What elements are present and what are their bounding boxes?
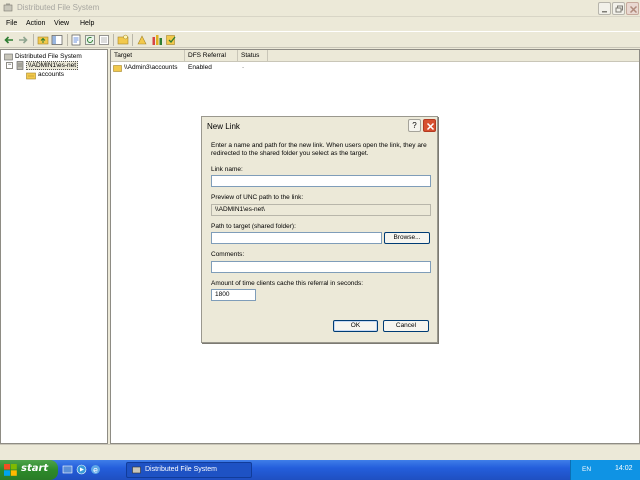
column-header-target[interactable]: Target [111, 50, 185, 62]
dfs-root-icon [4, 53, 13, 61]
tree-pane: Distributed File System − \\ADMIN1\es-ne… [0, 49, 108, 444]
link-folder-icon [26, 72, 36, 80]
cancel-button[interactable]: Cancel [383, 320, 429, 332]
window-title: Distributed File System [17, 3, 100, 12]
status-bar [0, 444, 640, 460]
refresh-icon[interactable] [84, 34, 96, 46]
target-path-label: Path to target (shared folder): [211, 223, 296, 230]
shared-folder-icon [113, 65, 122, 72]
column-header-status[interactable]: Status [238, 50, 268, 62]
link-name-input[interactable] [211, 175, 431, 187]
cache-time-label: Amount of time clients cache this referr… [211, 280, 364, 287]
row-target[interactable]: \\Admin3\accounts [124, 64, 177, 71]
dialog-intro-text: Enter a name and path for the new link. … [211, 142, 427, 157]
start-button[interactable]: start [0, 460, 58, 480]
taskbar-item-label: Distributed File System [145, 466, 217, 473]
cache-time-input[interactable]: 1800 [211, 289, 256, 301]
new-root-target-icon[interactable] [136, 34, 148, 46]
link-name-label: Link name: [211, 166, 243, 173]
dialog-title: New Link [207, 122, 240, 131]
menu-bar: File Action View Help [0, 17, 640, 31]
window-close-button[interactable] [626, 2, 639, 15]
up-folder-icon[interactable] [37, 34, 49, 46]
close-icon [629, 5, 638, 14]
properties-icon[interactable] [70, 34, 82, 46]
menu-file[interactable]: File [6, 20, 17, 27]
browse-button[interactable]: Browse... [384, 232, 430, 244]
tree-link-accounts[interactable]: accounts [38, 71, 64, 78]
new-link-icon[interactable] [117, 34, 129, 46]
comments-input[interactable] [211, 261, 431, 273]
tree-collapse-toggle[interactable]: − [6, 62, 13, 69]
row-referral: Enabled [188, 64, 212, 71]
windows-logo-icon [4, 464, 17, 476]
minimize-icon [602, 11, 607, 13]
unc-preview-field: \\ADMIN1\es-net\ [211, 204, 431, 216]
tree-root-label[interactable]: Distributed File System [15, 53, 82, 60]
row-status: - [242, 64, 245, 71]
dfs-server-icon [16, 61, 24, 70]
list-header: Target DFS Referral Status [111, 50, 639, 62]
dialog-titlebar: New Link ? [202, 117, 437, 134]
toolbar-separator [67, 34, 68, 46]
taskbar-item-dfs[interactable]: Distributed File System [126, 462, 252, 478]
new-link-dialog: New Link ? Enter a name and path for the… [201, 116, 438, 343]
toolbar-separator [33, 34, 34, 46]
window-titlebar: Distributed File System [0, 0, 640, 17]
show-hide-tree-icon[interactable] [51, 34, 63, 46]
target-path-input[interactable] [211, 232, 382, 244]
dfs-app-icon [3, 3, 13, 12]
replication-icon[interactable] [151, 34, 163, 46]
system-tray: EN 14:02 [570, 460, 640, 480]
show-desktop-icon[interactable] [62, 464, 73, 475]
comments-label: Comments: [211, 251, 245, 258]
column-header-dfs-referral[interactable]: DFS Referral [185, 50, 238, 62]
close-icon [426, 122, 435, 131]
clock[interactable]: 14:02 [615, 465, 633, 472]
minimize-button[interactable] [598, 2, 611, 15]
svg-text:e: e [93, 466, 98, 475]
dialog-close-button[interactable] [423, 119, 436, 132]
maximize-button[interactable] [612, 2, 625, 15]
check-status-icon[interactable] [165, 34, 177, 46]
export-list-icon[interactable] [98, 34, 110, 46]
restore-icon [615, 5, 623, 13]
back-arrow-icon[interactable] [3, 34, 15, 46]
dfs-app-icon [132, 466, 141, 474]
forward-arrow-icon[interactable] [17, 34, 29, 46]
ok-button[interactable]: OK [333, 320, 378, 332]
start-label: start [21, 463, 49, 474]
taskbar: start e Distributed File System EN 14:02 [0, 460, 640, 480]
menu-view[interactable]: View [54, 20, 69, 27]
toolbar-separator [113, 34, 114, 46]
language-indicator[interactable]: EN [582, 466, 591, 473]
media-player-icon[interactable] [76, 464, 87, 475]
menu-action[interactable]: Action [26, 20, 45, 27]
dialog-help-button[interactable]: ? [408, 119, 421, 132]
tree-server-node[interactable]: \\ADMIN1\es-net [26, 61, 79, 70]
toolbar-separator [132, 34, 133, 46]
unc-preview-label: Preview of UNC path to the link: [211, 194, 304, 201]
menu-help[interactable]: Help [80, 20, 94, 27]
toolbar [0, 31, 640, 48]
internet-explorer-icon[interactable]: e [90, 464, 101, 475]
